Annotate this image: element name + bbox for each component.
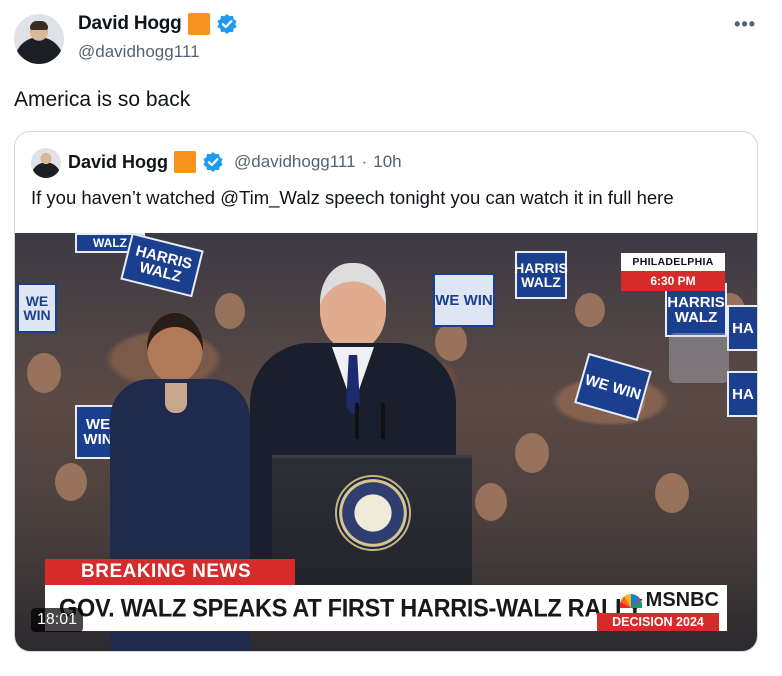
orange-square-icon: [187, 13, 210, 35]
rally-sign: WE WIN: [574, 352, 652, 422]
network-tag: DECISION 2024: [597, 613, 719, 631]
quoted-author-avatar[interactable]: [31, 148, 61, 178]
quoted-author-row: David Hogg @davidhogg111 · 10h: [68, 151, 402, 173]
chyron-headline: GOV. WALZ SPEAKS AT FIRST HARRIS-WALZ RA…: [59, 593, 643, 622]
quoted-author-name[interactable]: David Hogg: [68, 152, 168, 173]
more-icon[interactable]: •••: [734, 14, 756, 35]
peacock-icon: [619, 593, 642, 608]
rally-sign: HA: [727, 371, 757, 417]
crowd-face: [55, 463, 87, 501]
quoted-tweet-time[interactable]: 10h: [373, 152, 401, 172]
video-player[interactable]: WALZ HARRIS WALZ WE WIN WE WIN HARRIS WA…: [15, 233, 757, 651]
crowd-face: [27, 353, 61, 393]
breaking-news-label: BREAKING NEWS: [45, 559, 295, 585]
microphone-icon: [355, 403, 359, 439]
location-time: 6:30 PM: [621, 271, 725, 291]
rally-sign: WE WIN: [17, 283, 57, 333]
vice-president-seal-icon: [335, 475, 411, 551]
crowd-face: [575, 293, 605, 327]
author-display-name[interactable]: David Hogg: [78, 13, 182, 35]
author-avatar[interactable]: [14, 14, 64, 64]
quoted-tweet-card[interactable]: David Hogg @davidhogg111 · 10h If you ha…: [14, 131, 758, 652]
orange-square-icon: [174, 151, 197, 173]
rally-sign: HARRIS WALZ: [514, 251, 568, 299]
network-name: MSNBC: [645, 589, 719, 611]
verified-badge-icon: [203, 152, 223, 172]
author-name-row: David Hogg: [78, 13, 238, 35]
location-city: PHILADELPHIA: [621, 253, 725, 271]
crowd-face: [475, 483, 507, 521]
tweet-text: America is so back: [14, 88, 191, 111]
network-logo: MSNBC DECISION 2024: [597, 589, 719, 631]
microphone-icon: [381, 403, 385, 439]
quoted-author-handle[interactable]: @davidhogg111: [234, 152, 356, 172]
author-handle[interactable]: @davidhogg111: [78, 42, 200, 62]
quoted-tweet-text: If you haven’t watched @Tim_Walz speech …: [31, 187, 674, 208]
teleprompter-glass: [669, 333, 729, 383]
news-chyron: GOV. WALZ SPEAKS AT FIRST HARRIS-WALZ RA…: [45, 585, 727, 631]
time-separator: ·: [361, 152, 368, 171]
rally-sign: HARRIS WALZ: [665, 283, 727, 337]
location-tag: PHILADELPHIA 6:30 PM: [621, 253, 725, 291]
crowd-face: [515, 433, 549, 473]
rally-sign: HA: [727, 305, 757, 351]
rally-sign: HARRIS WALZ: [120, 233, 204, 298]
video-duration: 18:01: [31, 608, 84, 632]
crowd-face: [655, 473, 689, 513]
verified-badge-icon: [216, 14, 237, 34]
